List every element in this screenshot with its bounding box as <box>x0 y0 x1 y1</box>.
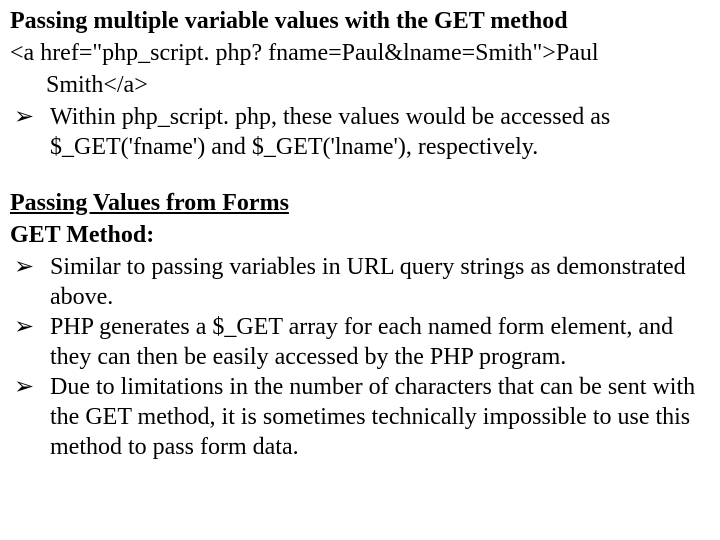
section2-title: Passing Values from Forms <box>10 188 710 218</box>
bullet-text: PHP generates a $_GET array for each nam… <box>50 312 710 372</box>
section2-subtitle: GET Method: <box>10 220 710 250</box>
section1-bullet-1: ➢ Within php_script. php, these values w… <box>10 102 710 162</box>
slide-content: Passing multiple variable values with th… <box>0 0 720 472</box>
section2-bullet-3: ➢ Due to limitations in the number of ch… <box>10 372 710 462</box>
section1-title: Passing multiple variable values with th… <box>10 6 710 36</box>
bullet-text: Within php_script. php, these values wou… <box>50 102 710 162</box>
spacer <box>10 162 710 188</box>
code-line-2: Smith</a> <box>10 70 710 100</box>
bullet-arrow-icon: ➢ <box>10 372 50 462</box>
bullet-text: Due to limitations in the number of char… <box>50 372 710 462</box>
section2-bullet-1: ➢ Similar to passing variables in URL qu… <box>10 252 710 312</box>
bullet-arrow-icon: ➢ <box>10 312 50 372</box>
section2-bullet-2: ➢ PHP generates a $_GET array for each n… <box>10 312 710 372</box>
bullet-arrow-icon: ➢ <box>10 252 50 312</box>
bullet-text: Similar to passing variables in URL quer… <box>50 252 710 312</box>
code-line-1: <a href="php_script. php? fname=Paul&lna… <box>10 38 710 68</box>
bullet-arrow-icon: ➢ <box>10 102 50 162</box>
